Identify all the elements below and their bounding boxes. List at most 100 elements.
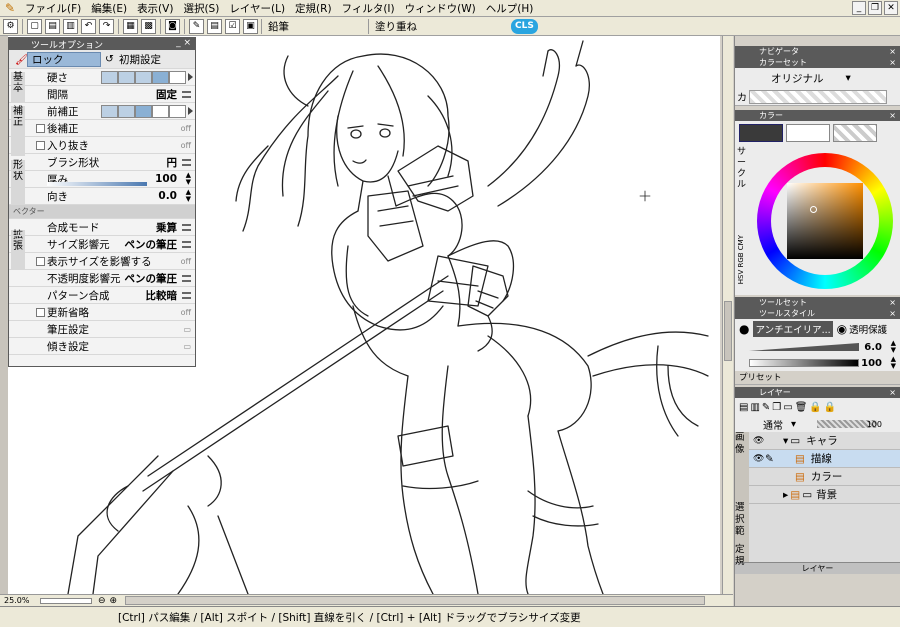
menu-file[interactable]: ファイル(F) [20, 1, 86, 16]
dropdown-icon[interactable]: ▾ [791, 419, 796, 430]
dropdown-icon[interactable]: ▾ [846, 72, 851, 84]
zoom-slider[interactable] [40, 597, 92, 604]
lock-button[interactable]: ロック [27, 51, 101, 67]
hue-wheel[interactable] [757, 153, 893, 289]
menu-view[interactable]: 表示(V) [132, 1, 178, 16]
menu-icon[interactable] [182, 223, 191, 231]
menu-help[interactable]: ヘルプ(H) [481, 1, 539, 16]
stepper-icon[interactable]: ▲ ▼ [186, 172, 191, 186]
opacity-row[interactable]: 100 ▲ ▼ [735, 355, 900, 371]
camera-icon[interactable]: ◙ [165, 18, 180, 34]
saturation-value-square[interactable] [787, 183, 863, 259]
circle-tab[interactable]: サークル [737, 147, 749, 191]
reset-icon[interactable]: ↺ [105, 53, 114, 65]
direction-row[interactable]: 向き 0.0 ▲ ▼ [9, 188, 195, 205]
select-tab[interactable]: 選択範 [735, 502, 749, 538]
pre-correction-row[interactable]: 前補正 [9, 103, 195, 120]
interval-row[interactable]: 間隔 固定 [9, 86, 195, 103]
color-header[interactable]: カラー × [735, 110, 900, 121]
left-dock-strip[interactable] [0, 36, 8, 594]
show-size-effect-checkbox[interactable] [36, 256, 45, 266]
transparent-protect-style[interactable]: 透明保護 [849, 322, 887, 336]
transparent-color-chip[interactable] [833, 124, 877, 142]
menu-select[interactable]: 選択(S) [178, 1, 224, 16]
vertical-scrollbar[interactable] [722, 36, 733, 594]
color-swatches[interactable] [749, 89, 887, 104]
size-slider[interactable] [749, 343, 859, 351]
reset-button[interactable]: 初期設定 [119, 52, 161, 67]
menu-icon[interactable] [182, 240, 191, 248]
post-correction-checkbox[interactable] [36, 123, 45, 133]
taper-row[interactable]: 入り抜き off [9, 137, 195, 154]
size-row[interactable]: 6.0 ▲ ▼ [735, 339, 900, 355]
open-icon[interactable]: ▤ [45, 18, 60, 34]
thickness-slider[interactable] [47, 182, 147, 186]
settings-icon[interactable]: ▭ [183, 342, 191, 351]
hardness-row[interactable]: 硬さ [9, 69, 195, 86]
palette-icon[interactable]: ▣ [243, 18, 258, 34]
navigator-header[interactable]: ナビゲータ × [735, 46, 900, 57]
pre-correction-swatches[interactable] [101, 104, 186, 118]
new-vector-icon[interactable]: ✎ [762, 402, 770, 413]
layer-header[interactable]: レイヤー × [735, 387, 900, 398]
layer-row-bg[interactable]: ▸ ▤ ▭ 背景 [749, 486, 900, 504]
minimize-icon[interactable]: _ [852, 1, 866, 15]
menu-edit[interactable]: 編集(E) [86, 1, 132, 16]
tilt-settings-row[interactable]: 傾き設定 ▭ [9, 338, 195, 355]
menu-layer[interactable]: レイヤー(L) [224, 1, 290, 16]
hardness-swatches[interactable] [101, 70, 186, 84]
trash-icon[interactable]: 🗑 [795, 402, 808, 413]
color-set-select[interactable]: オリジナル ▾ [735, 68, 900, 88]
menu-ruler[interactable]: 定規(R) [290, 1, 337, 16]
brush-shape-row[interactable]: ブラシ形状 円 [9, 154, 195, 171]
skip-update-row[interactable]: 更新省略 off [9, 304, 195, 321]
undo-icon[interactable]: ↶ [81, 18, 96, 34]
color-mode-tabs[interactable]: HSV RGB CMY [737, 235, 749, 284]
scroll-thumb[interactable] [724, 301, 732, 361]
post-correction-row[interactable]: 後補正 off [9, 120, 195, 137]
close-icon[interactable]: ✕ [884, 1, 898, 15]
image-tab[interactable]: 画像 [735, 432, 749, 456]
close-icon[interactable]: × [889, 388, 896, 397]
select-all-icon[interactable]: ▦ [123, 18, 138, 34]
restore-icon[interactable]: ❐ [868, 1, 882, 15]
save-icon[interactable]: ▥ [63, 18, 78, 34]
tool-style-header[interactable]: ツールスタイル × [735, 308, 900, 319]
menu-icon[interactable] [182, 291, 191, 299]
taper-checkbox[interactable] [36, 140, 45, 150]
app-icon[interactable]: ✎ [2, 0, 18, 16]
show-size-effect-row[interactable]: 表示サイズを影響する off [9, 253, 195, 270]
zoom-in-icon[interactable]: ⊕ [110, 596, 118, 606]
thickness-row[interactable]: 厚み 100 ▲ ▼ [9, 171, 195, 188]
menu-icon[interactable] [182, 158, 191, 166]
copy-layer-icon[interactable]: ❐ [772, 402, 781, 413]
check-icon[interactable]: ☑ [225, 18, 240, 34]
pressure-settings-row[interactable]: 筆圧設定 ▭ [9, 321, 195, 338]
sub-color-chip[interactable] [786, 124, 830, 142]
pattern-blend-row[interactable]: パターン合成 比較暗 [9, 287, 195, 304]
ruler-tab[interactable]: 定規 [735, 544, 749, 568]
lock-alpha-icon[interactable]: 🔒 [824, 402, 836, 413]
new-layer-icon[interactable]: ▤ [739, 402, 748, 413]
close-icon[interactable]: × [889, 58, 896, 67]
menu-icon[interactable] [182, 90, 191, 98]
panel-close-icon[interactable]: _ × [176, 38, 191, 48]
expand-icon[interactable]: ▾ [783, 435, 788, 447]
lock-icon[interactable]: 🔒 [809, 402, 821, 413]
arrow-right-icon[interactable] [188, 107, 193, 115]
stepper-icon[interactable]: ▲ ▼ [891, 356, 896, 370]
clip-studio-logo[interactable]: CLS [511, 18, 538, 34]
layer-row-line[interactable]: 👁 ✎ ▤ 描線 [749, 450, 900, 468]
opacity-source-row[interactable]: 不透明度影響元 ペンの筆圧 [9, 270, 195, 287]
stepper-icon[interactable]: ▲ ▼ [186, 189, 191, 203]
pencil-icon[interactable]: ✎ [189, 18, 204, 34]
layer-row-color[interactable]: ▤ カラー [749, 468, 900, 486]
deselect-icon[interactable]: ▩ [141, 18, 156, 34]
eye-icon[interactable]: 👁 [753, 436, 764, 446]
settings-icon[interactable]: ▭ [183, 325, 191, 334]
menu-window[interactable]: ウィンドウ(W) [400, 1, 481, 16]
gear-icon[interactable]: ⚙ [3, 18, 18, 34]
skip-update-checkbox[interactable] [36, 307, 45, 317]
stepper-icon[interactable]: ▲ ▼ [891, 340, 896, 354]
new-raster-icon[interactable]: ▥ [750, 402, 759, 413]
